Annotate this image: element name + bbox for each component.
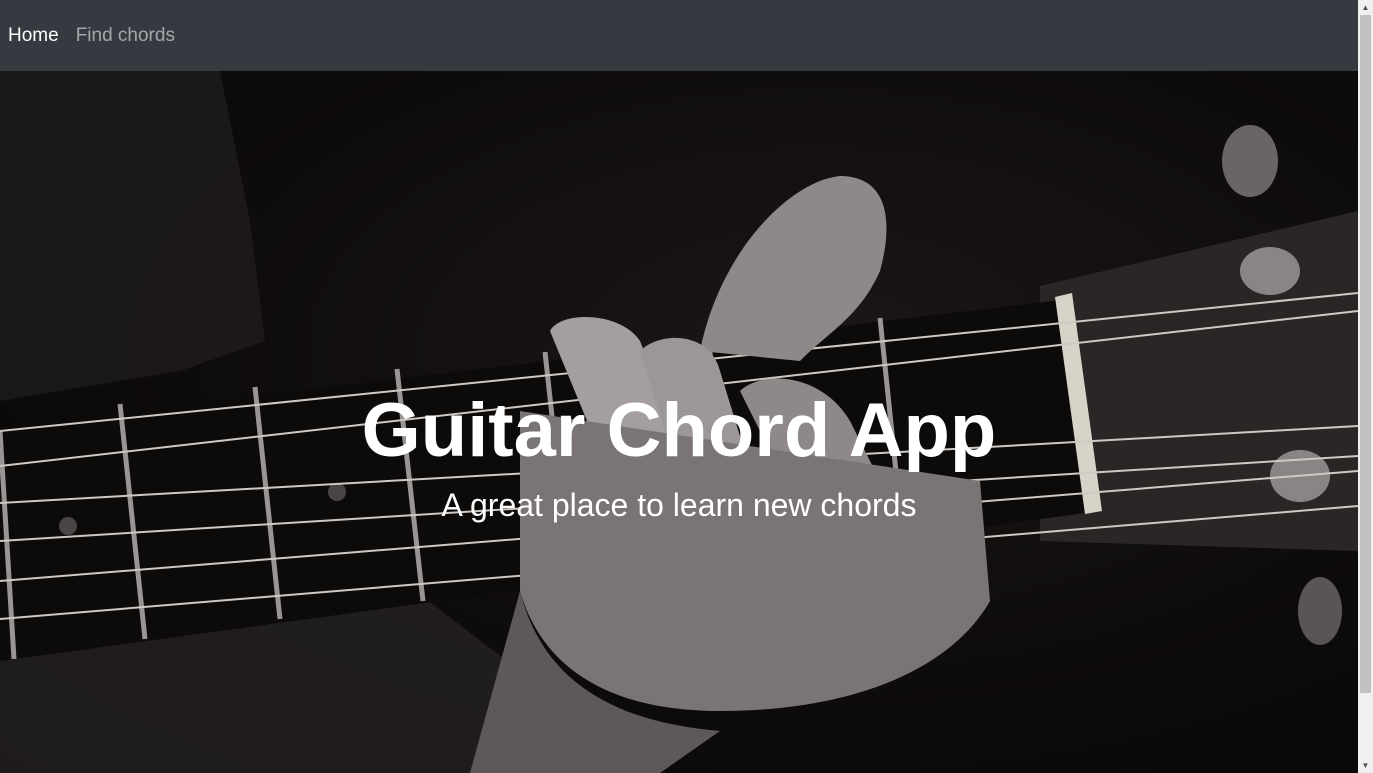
navbar: Home Find chords — [0, 0, 1358, 71]
page: Home Find chords Guitar Chord App A grea… — [0, 0, 1373, 773]
nav-find-chords-link[interactable]: Find chords — [76, 26, 175, 45]
chevron-down-icon[interactable]: ▼ — [1358, 758, 1373, 773]
hero-subtitle: A great place to learn new chords — [441, 487, 917, 523]
viewport-content: Home Find chords Guitar Chord App A grea… — [0, 0, 1358, 773]
nav-home-link[interactable]: Home — [8, 26, 59, 45]
vertical-scrollbar[interactable]: ▲ ▼ — [1358, 0, 1373, 773]
hero-title: Guitar Chord App — [361, 388, 997, 473]
chevron-up-icon[interactable]: ▲ — [1358, 0, 1373, 15]
hero-section: Guitar Chord App A great place to learn … — [0, 71, 1358, 773]
scrollbar-thumb[interactable] — [1360, 15, 1371, 693]
